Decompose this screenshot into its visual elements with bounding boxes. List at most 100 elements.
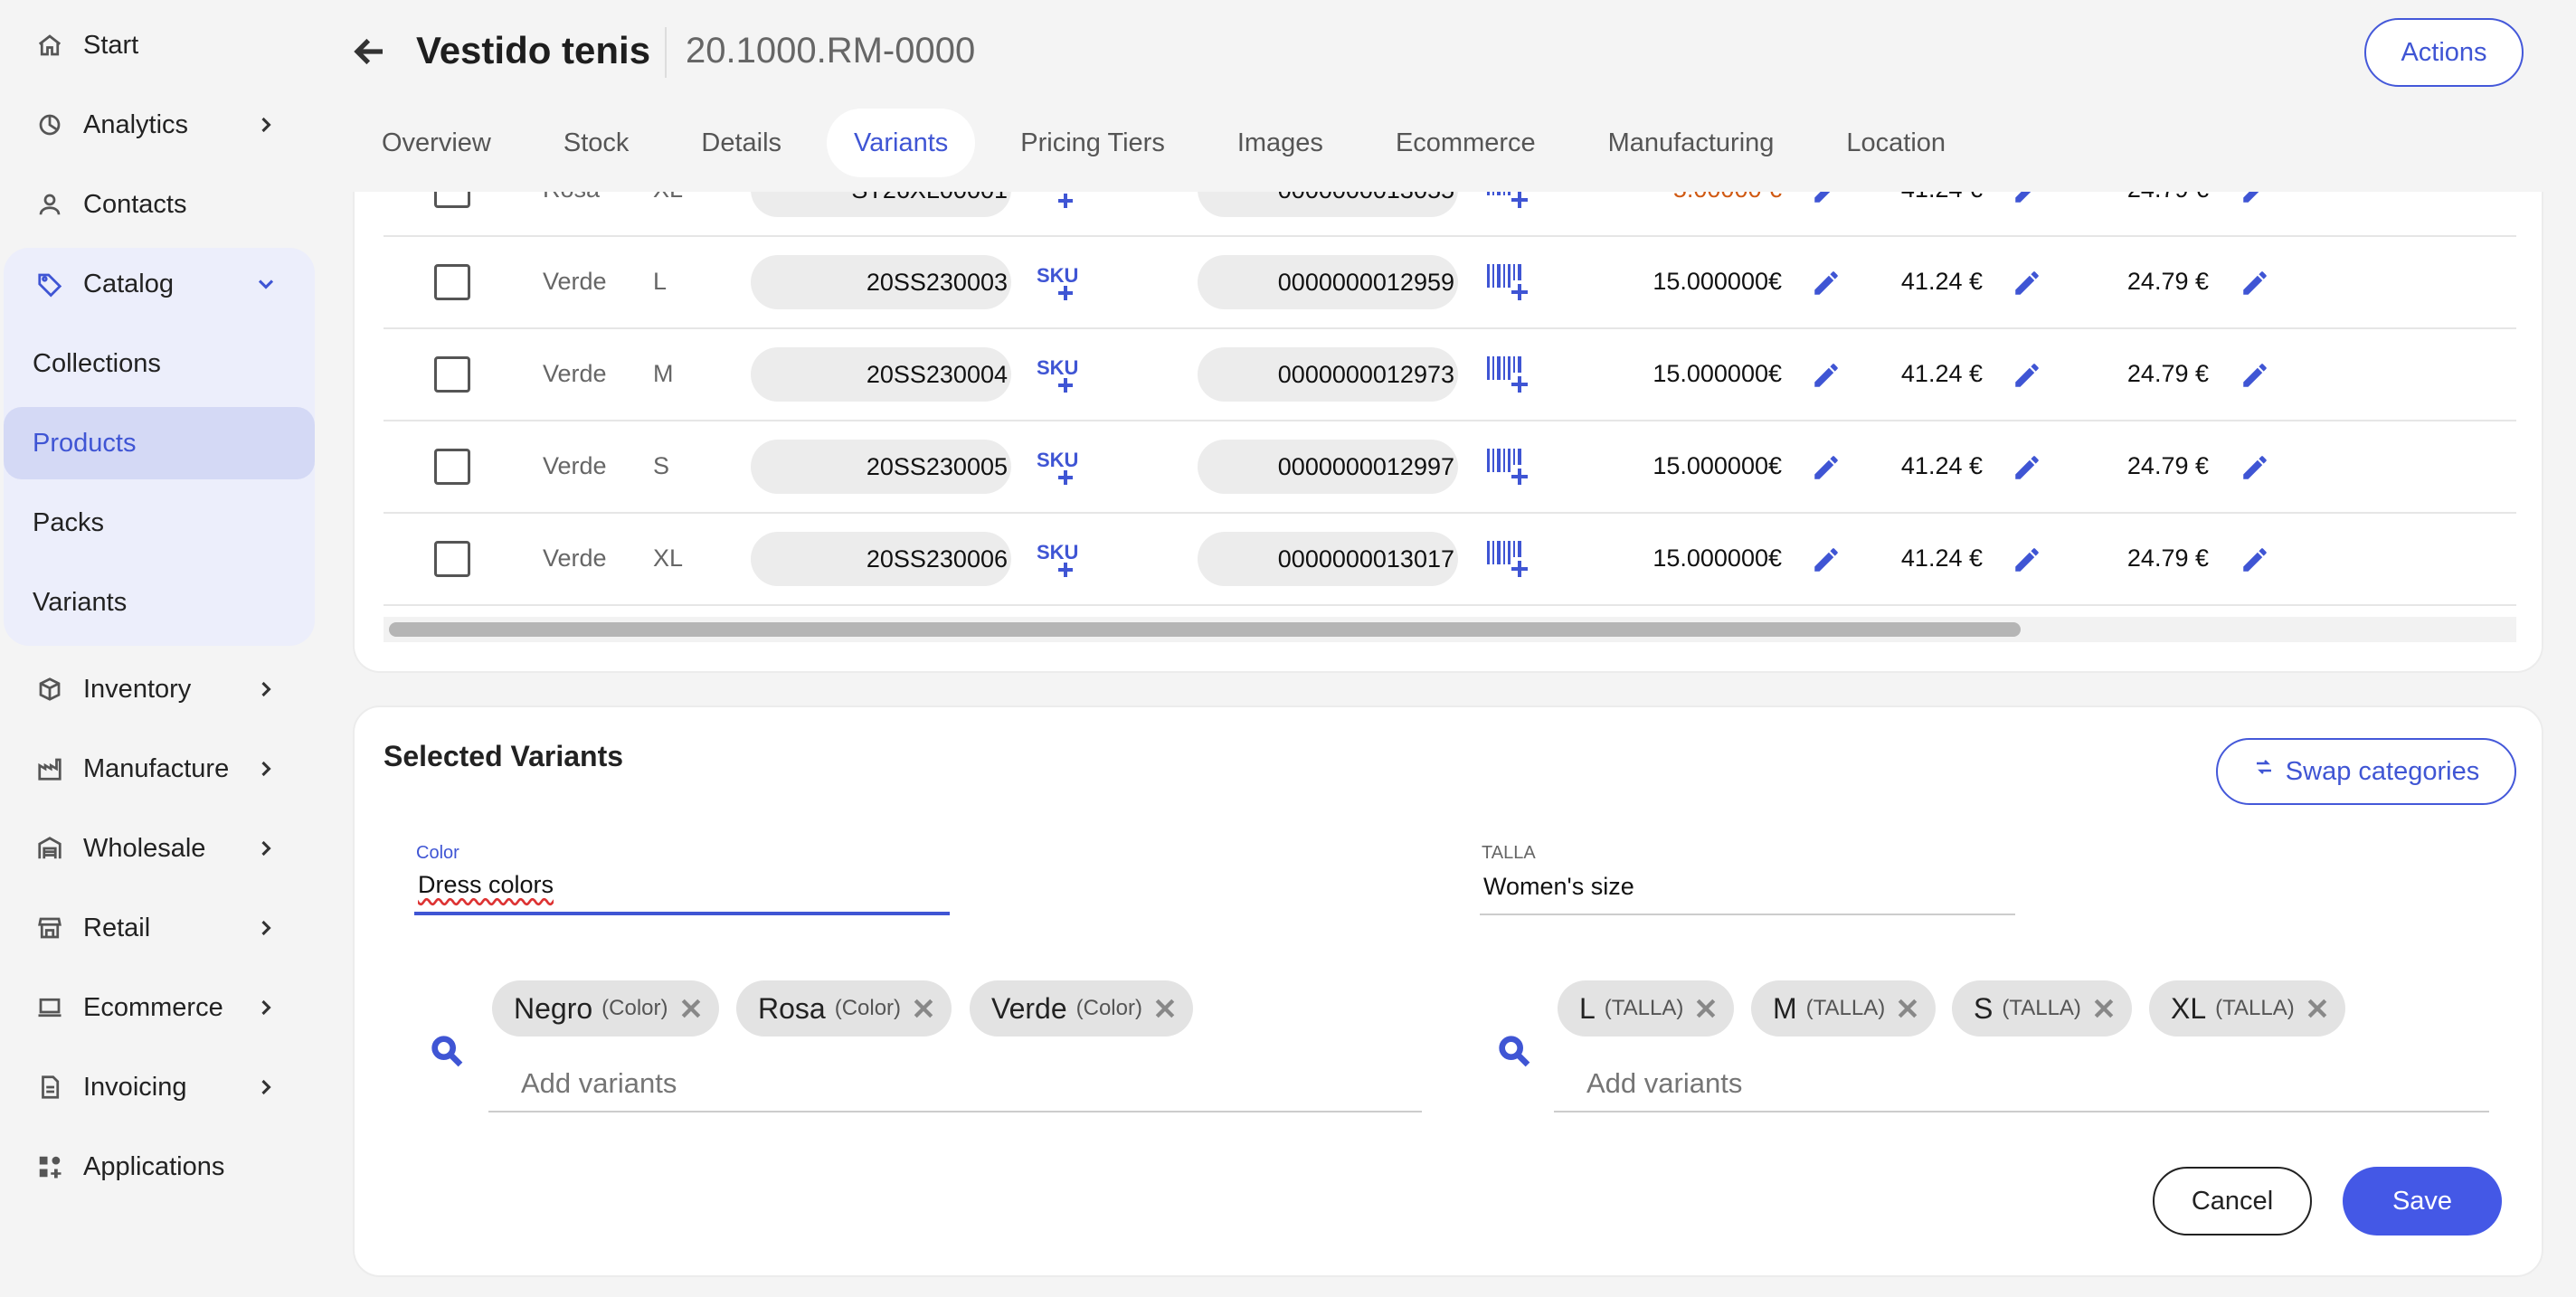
- remove-chip-icon[interactable]: [1151, 995, 1179, 1022]
- tab-location[interactable]: Location: [1819, 109, 1973, 177]
- generate-sku-icon[interactable]: SKU: [1037, 539, 1082, 579]
- cancel-button[interactable]: Cancel: [2153, 1167, 2312, 1235]
- row-checkbox[interactable]: [434, 192, 470, 208]
- generate-barcode-icon[interactable]: [1487, 447, 1530, 487]
- talla-variant-chip: M (TALLA): [1751, 980, 1937, 1037]
- retail-price: 41.24 €: [1900, 544, 1983, 572]
- store-icon: [34, 913, 65, 943]
- sidebar-item-ecommerce[interactable]: Ecommerce: [4, 971, 315, 1044]
- chip-name: M: [1773, 991, 1797, 1025]
- chevron-down-icon: [253, 271, 279, 297]
- add-color-variants-input[interactable]: [488, 1056, 1422, 1112]
- back-arrow-icon[interactable]: [351, 33, 389, 71]
- edit-pencil-icon[interactable]: [2240, 452, 2270, 483]
- row-checkbox[interactable]: [434, 264, 470, 300]
- barcode-field[interactable]: 0000000013017: [1198, 532, 1458, 586]
- cost-price: 15.000000€: [1653, 452, 1782, 479]
- tab-overview[interactable]: Overview: [355, 109, 518, 177]
- cell-size: XL: [653, 544, 684, 572]
- talla-variant-chip: XL (TALLA): [2149, 980, 2345, 1037]
- edit-pencil-icon[interactable]: [2012, 544, 2042, 575]
- sidebar-item-analytics[interactable]: Analytics: [4, 89, 315, 161]
- actions-button[interactable]: Actions: [2364, 18, 2524, 87]
- generate-barcode-icon[interactable]: [1487, 539, 1530, 579]
- retail-price: 41.24 €: [1900, 452, 1983, 479]
- color-category-input[interactable]: Dress colors: [414, 861, 950, 915]
- sidebar-item-retail[interactable]: Retail: [4, 892, 315, 964]
- sidebar-item-start[interactable]: Start: [4, 9, 315, 81]
- sidebar-item-label: Start: [83, 30, 139, 60]
- chevron-right-icon: [253, 915, 279, 941]
- edit-pencil-icon[interactable]: [2240, 360, 2270, 391]
- horizontal-scrollbar[interactable]: [384, 617, 2516, 642]
- sidebar-sub-packs[interactable]: Packs: [4, 487, 315, 559]
- sidebar-sub-products[interactable]: Products: [4, 407, 315, 479]
- sidebar-item-label: Manufacture: [83, 753, 230, 783]
- sku-field[interactable]: 20SS230004: [751, 347, 1011, 402]
- talla-category-input[interactable]: Women's size: [1480, 861, 2015, 915]
- edit-pencil-icon[interactable]: [2240, 192, 2270, 206]
- edit-pencil-icon[interactable]: [2012, 360, 2042, 391]
- sidebar-item-manufacture[interactable]: Manufacture: [4, 733, 315, 805]
- sidebar-item-invoicing[interactable]: Invoicing: [4, 1051, 315, 1123]
- generate-sku-icon[interactable]: SKU: [1037, 192, 1082, 210]
- edit-pencil-icon[interactable]: [2012, 268, 2042, 298]
- sku-field[interactable]: ST26XL00001: [751, 192, 1011, 217]
- remove-chip-icon[interactable]: [910, 995, 937, 1022]
- sku-field[interactable]: 20SS230005: [751, 440, 1011, 494]
- tab-details[interactable]: Details: [674, 109, 809, 177]
- tab-variants[interactable]: Variants: [827, 109, 976, 177]
- sidebar-item-applications[interactable]: Applications: [4, 1131, 315, 1203]
- generate-barcode-icon[interactable]: [1487, 262, 1530, 302]
- sidebar-item-inventory[interactable]: Inventory: [4, 653, 315, 725]
- wholesale-price: 24.79 €: [2126, 360, 2209, 387]
- sku-field[interactable]: 20SS230003: [751, 255, 1011, 309]
- chip-category: (Color): [1075, 996, 1142, 1020]
- sidebar-item-catalog[interactable]: Catalog: [4, 248, 315, 320]
- sku-field[interactable]: 20SS230006: [751, 532, 1011, 586]
- sidebar-sub-variants[interactable]: Variants: [4, 566, 315, 639]
- chip-name: S: [1974, 991, 1994, 1025]
- barcode-field[interactable]: 0000000012973: [1198, 347, 1458, 402]
- generate-barcode-icon[interactable]: [1487, 192, 1530, 210]
- cost-price: 5.00000 €: [1586, 192, 1782, 204]
- tab-manufacturing[interactable]: Manufacturing: [1581, 109, 1802, 177]
- edit-pencil-icon[interactable]: [2240, 544, 2270, 575]
- barcode-field[interactable]: 0000000013055: [1198, 192, 1458, 217]
- row-checkbox[interactable]: [434, 356, 470, 393]
- sidebar-sub-label: Collections: [33, 348, 161, 378]
- sidebar: Start Analytics Contacts Catalog Collect…: [0, 0, 326, 1297]
- remove-chip-icon[interactable]: [1894, 995, 1921, 1022]
- tab-stock[interactable]: Stock: [536, 109, 657, 177]
- search-icon: [1496, 1033, 1532, 1069]
- edit-pencil-icon[interactable]: [2012, 192, 2042, 206]
- sidebar-item-label: Wholesale: [83, 833, 206, 863]
- remove-chip-icon[interactable]: [2090, 995, 2117, 1022]
- tab-ecommerce[interactable]: Ecommerce: [1368, 109, 1563, 177]
- barcode-field[interactable]: 0000000012997: [1198, 440, 1458, 494]
- swap-categories-button[interactable]: Swap categories: [2216, 738, 2516, 805]
- sidebar-item-wholesale[interactable]: Wholesale: [4, 812, 315, 885]
- sidebar-sub-label: Packs: [33, 507, 104, 537]
- barcode-field[interactable]: 0000000012959: [1198, 255, 1458, 309]
- sidebar-item-contacts[interactable]: Contacts: [4, 168, 315, 241]
- generate-sku-icon[interactable]: SKU: [1037, 262, 1082, 302]
- remove-chip-icon[interactable]: [677, 995, 705, 1022]
- tab-images[interactable]: Images: [1210, 109, 1350, 177]
- row-checkbox[interactable]: [434, 449, 470, 485]
- table-row: Verde S 20SS230005 SKU 0000000012997 15.00000…: [384, 421, 2516, 514]
- remove-chip-icon[interactable]: [1692, 995, 1719, 1022]
- sidebar-sub-collections[interactable]: Collections: [4, 327, 315, 400]
- generate-sku-icon[interactable]: SKU: [1037, 355, 1082, 394]
- edit-pencil-icon[interactable]: [2012, 452, 2042, 483]
- scrollbar-thumb[interactable]: [389, 622, 2021, 637]
- generate-sku-icon[interactable]: SKU: [1037, 447, 1082, 487]
- generate-barcode-icon[interactable]: [1487, 355, 1530, 394]
- edit-pencil-icon[interactable]: [2240, 268, 2270, 298]
- row-checkbox[interactable]: [434, 541, 470, 577]
- analytics-icon: [34, 109, 65, 140]
- add-talla-variants-input[interactable]: [1554, 1056, 2489, 1112]
- remove-chip-icon[interactable]: [2304, 995, 2331, 1022]
- save-button[interactable]: Save: [2343, 1167, 2502, 1235]
- tab-pricing-tiers[interactable]: Pricing Tiers: [993, 109, 1192, 177]
